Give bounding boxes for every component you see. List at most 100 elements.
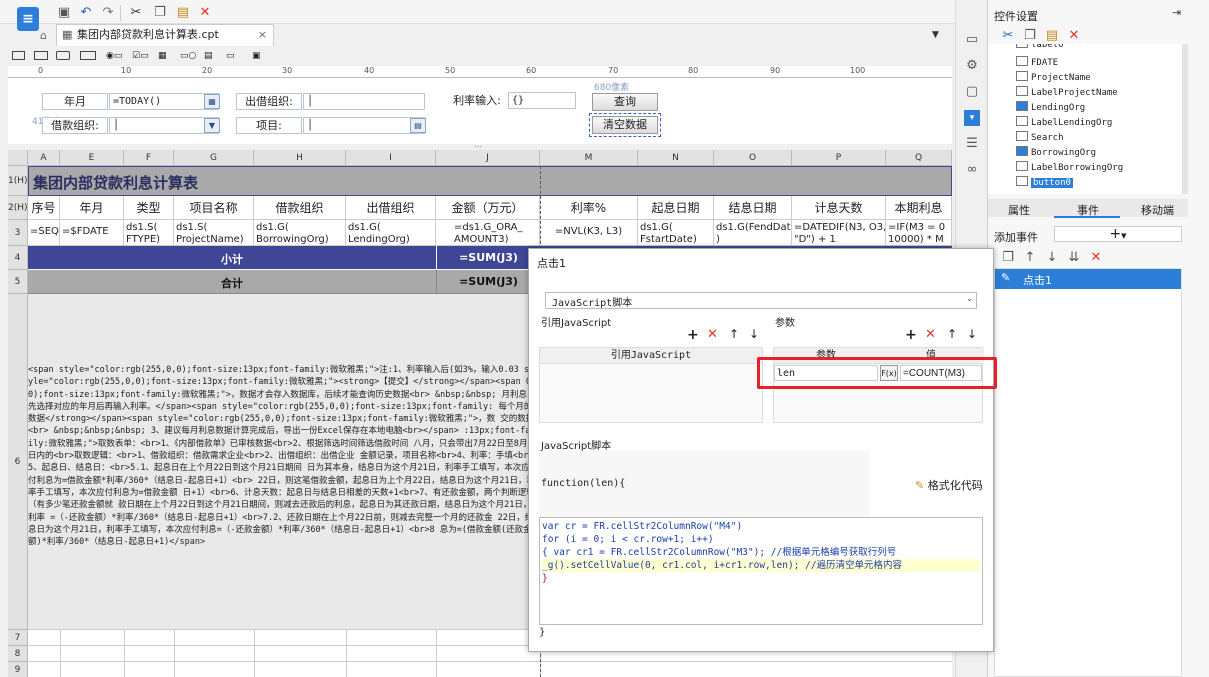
undo-icon[interactable]: ↶ (78, 5, 94, 21)
tree-item[interactable]: FDATE (1016, 56, 1058, 70)
data-cell[interactable]: =ds1.G_ORA_ AMOUNT3) (436, 220, 540, 246)
tree-item[interactable]: LendingOrg (1016, 101, 1085, 115)
data-cell[interactable]: ds1.G( LendingOrg) (346, 220, 436, 246)
data-cell[interactable]: ds1.G( FstartDate) (638, 220, 714, 246)
col-header[interactable]: M (540, 150, 638, 166)
copy-icon[interactable]: ❐ (152, 5, 168, 21)
button-widget-icon[interactable] (56, 51, 70, 60)
move-down-icon[interactable]: ↓ (1044, 250, 1060, 266)
clear-data-button[interactable]: 清空数据 (589, 113, 661, 137)
add-event-dropdown[interactable]: +▼ (1054, 226, 1182, 242)
label-widget-icon[interactable] (12, 51, 25, 60)
header-cell[interactable]: 项目名称 (174, 196, 254, 220)
tree-item[interactable]: ProjectName (1016, 71, 1091, 85)
chevron-down-icon[interactable]: ▼ (932, 30, 939, 40)
header-cell[interactable]: 本期利息 (886, 196, 952, 220)
rate-input[interactable]: {} (508, 92, 576, 109)
radio-widget-icon[interactable]: ◉▭ (106, 51, 122, 61)
header-cell[interactable]: 出借组织 (346, 196, 436, 220)
row-header[interactable]: 6 (8, 294, 28, 630)
move-up-icon[interactable]: ↑ (1022, 250, 1038, 266)
tree-item[interactable]: BorrowingOrg (1016, 146, 1096, 160)
data-cell[interactable]: =IF(M3 = 0 10000) * M (886, 220, 952, 246)
tab-attributes[interactable]: 属性 (1008, 202, 1030, 218)
tree-widget-icon[interactable]: ▤ (204, 51, 213, 61)
dropdown-icon[interactable]: ▼ (204, 118, 220, 133)
row-header[interactable]: 8 (8, 646, 28, 662)
row-header[interactable]: 3 (8, 220, 28, 246)
file-widget-icon[interactable]: ▣ (252, 51, 261, 61)
header-cell[interactable]: 序号 (28, 196, 60, 220)
move-down-icon[interactable]: ↓ (749, 327, 759, 341)
row-header[interactable]: 7 (8, 630, 28, 646)
textbox-widget-icon[interactable] (34, 51, 48, 60)
collapse-icon[interactable]: ⇥ (1172, 6, 1181, 19)
move-up-icon[interactable]: ↑ (729, 327, 739, 341)
lending-org-input[interactable]: │ (303, 93, 425, 110)
format-code-button[interactable]: ✎ 格式化代码 (915, 477, 983, 493)
tree-item[interactable]: LabelBorrowingOrg (1016, 161, 1123, 175)
app-logo-icon[interactable]: ≡ (17, 7, 39, 31)
row-header[interactable]: 4 (8, 246, 28, 270)
cell-element-icon[interactable]: ▭ (964, 32, 980, 48)
data-cell[interactable]: ds1.S( ProjectName) (174, 220, 254, 246)
header-cell[interactable]: 类型 (124, 196, 174, 220)
col-header[interactable]: O (714, 150, 792, 166)
col-header[interactable]: P (792, 150, 886, 166)
checkbox-widget-icon[interactable]: ☑▭ (132, 51, 149, 61)
subtotal-value-cell[interactable]: =SUM(J3) (436, 246, 540, 270)
col-header[interactable]: N (638, 150, 714, 166)
col-header[interactable]: I (346, 150, 436, 166)
date-widget-icon[interactable]: ▦ (158, 51, 167, 61)
cut-icon[interactable]: ✂ (1000, 28, 1016, 44)
tree-item[interactable]: Search (1016, 131, 1064, 145)
home-icon[interactable]: ⌂ (40, 29, 47, 42)
cell-attr-icon[interactable]: ⚙ (964, 58, 980, 74)
col-header[interactable]: A (28, 150, 60, 166)
header-cell[interactable]: 起息日期 (638, 196, 714, 220)
header-cell[interactable]: 年月 (60, 196, 124, 220)
subtotal-label-cell[interactable]: 小计 (28, 246, 436, 270)
year-input[interactable]: =TODAY() (109, 93, 219, 110)
tab-mobile[interactable]: 移动端 (1141, 202, 1174, 218)
tree-select-icon[interactable]: ▤ (410, 118, 426, 133)
number-widget-icon[interactable]: ▭○ (180, 51, 196, 61)
row-header[interactable]: 2(H) (8, 196, 28, 220)
row-header[interactable]: 9 (8, 662, 28, 677)
header-cell[interactable]: 借款组织 (254, 196, 346, 220)
hyperlink-icon[interactable]: ∞ (964, 162, 980, 178)
header-cell[interactable]: 金额（万元） (436, 196, 540, 220)
code-editor[interactable]: var cr = FR.cellStr2ColumnRow("M4") for … (539, 517, 983, 625)
script-type-select[interactable]: JavaScript脚本 ⌄ (545, 292, 977, 309)
data-cell[interactable]: =NVL(K3, L3) (540, 220, 638, 246)
total-label-cell[interactable]: 合计 (28, 270, 436, 294)
data-cell[interactable]: =$FDATE (60, 220, 124, 246)
splitter-handle[interactable]: ⋯ (474, 142, 484, 151)
borrowing-org-input[interactable]: │ (109, 117, 219, 134)
scrollbar[interactable] (1182, 44, 1188, 194)
widget-settings-icon[interactable]: ▢ (964, 84, 980, 100)
col-header[interactable]: J (436, 150, 540, 166)
calendar-icon[interactable]: ▦ (204, 94, 220, 109)
delete-icon[interactable]: ✕ (197, 5, 213, 21)
save-icon[interactable]: ▣ (56, 5, 72, 21)
close-icon[interactable]: × (258, 25, 267, 45)
delete-icon[interactable]: ✕ (1088, 250, 1104, 266)
delete-icon[interactable]: ✕ (925, 327, 936, 342)
tree-item[interactable]: label0 (1016, 44, 1064, 52)
copy-icon[interactable]: ❐ (1000, 250, 1016, 266)
header-cell[interactable]: 利率% (540, 196, 638, 220)
header-cell[interactable]: 计息天数 (792, 196, 886, 220)
data-cell[interactable]: ds1.G(FendDate ) (714, 220, 792, 246)
col-header[interactable]: E (60, 150, 124, 166)
paste-icon[interactable]: ▤ (1044, 28, 1060, 44)
total-value-cell[interactable]: =SUM(J3) (436, 270, 540, 294)
move-down-icon[interactable]: ↓ (967, 327, 977, 341)
paste-icon[interactable]: ▤ (175, 5, 191, 21)
add-icon[interactable]: + (687, 327, 699, 343)
row-header[interactable]: 1(H) (8, 166, 28, 196)
project-input[interactable]: │ (303, 117, 425, 134)
widget-active-icon[interactable]: ▾ (964, 110, 980, 126)
data-cell[interactable]: =DATEDIF(N3, O3, "D") + 1 (792, 220, 886, 246)
report-title-cell[interactable]: 集团内部贷款利息计算表 (28, 166, 952, 196)
